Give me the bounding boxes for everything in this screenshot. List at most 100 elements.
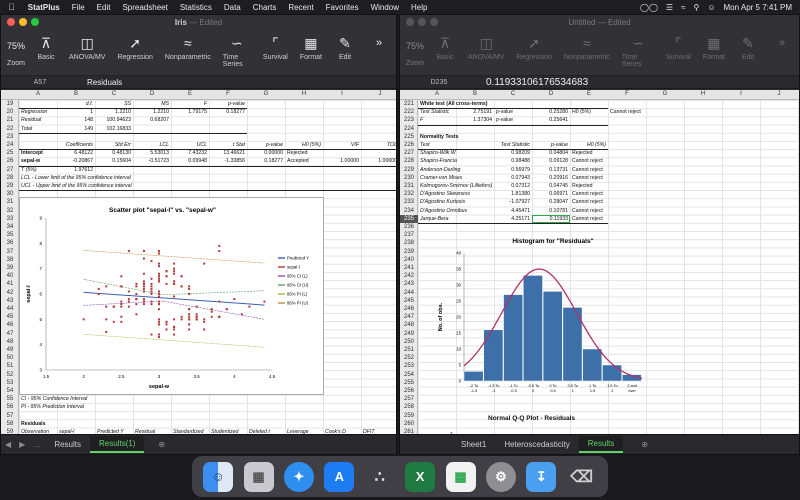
- formula-input[interactable]: 0.11933106176534683: [478, 77, 588, 88]
- column-header[interactable]: F: [608, 91, 646, 97]
- cell[interactable]: 1.37304: [456, 116, 492, 124]
- cell[interactable]: 0.25641: [532, 116, 568, 124]
- cell[interactable]: Cannot reject: [572, 198, 603, 206]
- zoom-button[interactable]: [31, 18, 39, 26]
- user-icon[interactable]: ☺: [703, 3, 719, 12]
- minimize-button[interactable]: [418, 18, 426, 26]
- row-header[interactable]: 229: [400, 166, 418, 174]
- row-header[interactable]: 33: [1, 215, 19, 223]
- menu-help[interactable]: Help: [405, 3, 433, 12]
- menu-charts[interactable]: Charts: [247, 3, 283, 12]
- cell[interactable]: Cannot reject: [572, 215, 603, 223]
- apple-menu-icon[interactable]: : [0, 2, 22, 12]
- column-header[interactable]: D: [133, 91, 171, 97]
- histogram-chart[interactable]: Histogram for "Residuals"051015202530354…: [430, 231, 660, 403]
- row-header[interactable]: 260: [400, 420, 418, 428]
- row-header[interactable]: 35: [1, 231, 19, 239]
- cell-grid[interactable]: White test (All cross-terms) Test Statist…: [418, 100, 799, 434]
- cell[interactable]: LCL: [133, 141, 169, 149]
- anova-button[interactable]: ◫ ANOVA/MV: [468, 32, 504, 62]
- column-header[interactable]: C: [95, 91, 133, 97]
- zoom-control[interactable]: 75% Zoom: [406, 35, 424, 67]
- row-header[interactable]: 36: [1, 239, 19, 247]
- tab-results[interactable]: Results: [45, 437, 90, 452]
- row-header[interactable]: 28: [1, 174, 19, 182]
- cell[interactable]: 1.79175: [171, 108, 207, 116]
- row-header[interactable]: 26: [1, 157, 19, 165]
- column-header[interactable]: B: [456, 91, 494, 97]
- format-button[interactable]: ▦ Format: [300, 32, 322, 62]
- cell[interactable]: 0.18277: [209, 108, 245, 116]
- column-header[interactable]: H: [285, 91, 323, 97]
- scatter-chart[interactable]: Scatter plot "sepal-l" vs. "sepal-w" 1.5 2…: [19, 196, 324, 396]
- column-header[interactable]: E: [171, 91, 209, 97]
- row-header[interactable]: 245: [400, 297, 418, 305]
- row-header[interactable]: 23: [1, 133, 19, 141]
- glasses-icon[interactable]: ◯◯: [636, 3, 662, 12]
- safari-icon[interactable]: ✦: [283, 461, 314, 492]
- cell[interactable]: 0.56979: [494, 166, 530, 174]
- row-header[interactable]: 230: [400, 174, 418, 182]
- row-header[interactable]: 227: [400, 149, 418, 157]
- cell[interactable]: D'Agostino Omnibus: [420, 207, 467, 215]
- row-header[interactable]: 54: [1, 387, 19, 395]
- row-header[interactable]: 38: [1, 256, 19, 264]
- cell[interactable]: VIF: [323, 141, 359, 149]
- zoom-button[interactable]: [430, 18, 438, 26]
- cell[interactable]: Cannot reject: [572, 190, 603, 198]
- cell[interactable]: CI - 95% Confidence Interval: [21, 395, 87, 403]
- cell[interactable]: SS: [95, 100, 131, 108]
- cell[interactable]: Anderson-Darling: [420, 166, 460, 174]
- row-header[interactable]: 250: [400, 338, 418, 346]
- cell[interactable]: 1.2210: [95, 108, 131, 116]
- finder-icon[interactable]: ☺: [203, 461, 234, 492]
- cell[interactable]: H0 (5%): [570, 141, 606, 149]
- nonparametric-button[interactable]: ≈ Nonparametric: [564, 32, 610, 61]
- cell[interactable]: 0.07943: [494, 174, 530, 182]
- cell[interactable]: 0.15604: [95, 157, 131, 165]
- cell[interactable]: Cramer-von Mises: [420, 174, 462, 182]
- search-icon[interactable]: ⚲: [689, 3, 703, 12]
- row-header[interactable]: 235: [400, 214, 418, 223]
- row-header[interactable]: 237: [400, 231, 418, 239]
- row-header[interactable]: 41: [1, 280, 19, 288]
- cell[interactable]: H0 (5%): [572, 108, 591, 116]
- row-header[interactable]: 43: [1, 297, 19, 305]
- row-header[interactable]: 52: [1, 371, 19, 379]
- column-header[interactable]: A: [418, 91, 456, 97]
- row-header[interactable]: 53: [1, 379, 19, 387]
- row-header[interactable]: 45: [1, 313, 19, 321]
- basic-button[interactable]: ⊼ Basic: [434, 32, 456, 62]
- more-chevron-icon[interactable]: »: [368, 32, 390, 54]
- cell[interactable]: 2.75191: [456, 108, 492, 116]
- row-header[interactable]: 233: [400, 198, 418, 206]
- row-header[interactable]: 31: [1, 198, 19, 206]
- cell[interactable]: p-value: [496, 116, 513, 124]
- cell[interactable]: F: [171, 100, 207, 108]
- cell[interactable]: 102.16833: [95, 125, 131, 133]
- cell[interactable]: 100.94623: [95, 116, 131, 124]
- row-header[interactable]: 29: [1, 182, 19, 190]
- cell[interactable]: 0.98488: [494, 157, 530, 165]
- row-header[interactable]: 254: [400, 371, 418, 379]
- row-header[interactable]: 238: [400, 239, 418, 247]
- row-header[interactable]: 234: [400, 207, 418, 215]
- cell[interactable]: -0.20867: [57, 157, 93, 165]
- menu-file[interactable]: File: [66, 3, 91, 12]
- cell[interactable]: Kolmogorov-Smirnov (Lilliefors): [420, 182, 492, 190]
- cell[interactable]: Accepted: [287, 157, 309, 165]
- cell[interactable]: UCL - Upper limit of the 95% confidence …: [21, 182, 132, 190]
- trash-icon[interactable]: ⌫: [567, 462, 597, 492]
- row-header[interactable]: 232: [400, 190, 418, 198]
- tab-next-icon[interactable]: ▶: [15, 440, 29, 449]
- row-header[interactable]: 48: [1, 338, 19, 346]
- column-header[interactable]: H: [684, 91, 722, 97]
- cell[interactable]: 4.45471: [494, 207, 530, 215]
- add-sheet-icon[interactable]: ⊕: [637, 440, 652, 449]
- cell[interactable]: Normality Tests: [420, 133, 459, 141]
- cell[interactable]: 0.25280: [532, 108, 568, 116]
- column-header[interactable]: D: [532, 91, 570, 97]
- cell[interactable]: 1.81380: [494, 190, 530, 198]
- row-header[interactable]: 221: [400, 100, 418, 108]
- column-header[interactable]: G: [646, 91, 684, 97]
